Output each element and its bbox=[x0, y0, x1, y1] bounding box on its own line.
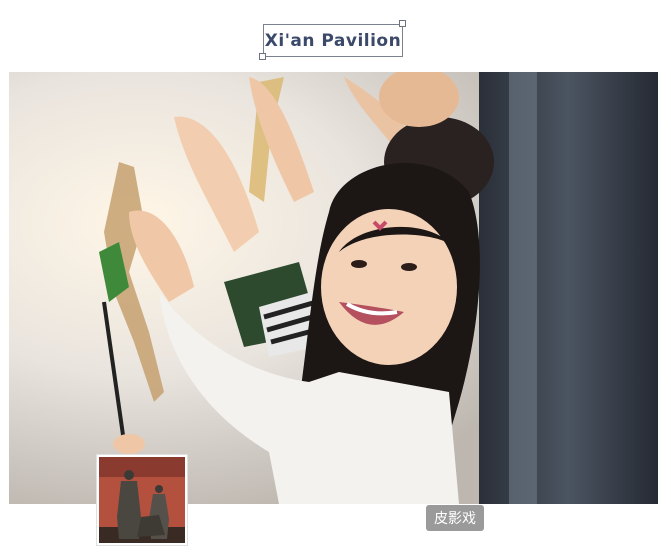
hero-photo-illustration bbox=[9, 72, 658, 504]
page-title: Xi'an Pavilion bbox=[264, 30, 402, 51]
thumbnail-illustration bbox=[99, 457, 185, 543]
caption-label: 皮影戏 bbox=[434, 511, 476, 527]
hero-photo bbox=[9, 72, 658, 504]
resize-handle-bottom-left[interactable] bbox=[259, 53, 266, 60]
resize-handle-top-right[interactable] bbox=[399, 20, 406, 27]
caption-badge: 皮影戏 bbox=[426, 505, 484, 531]
page-title-box[interactable]: Xi'an Pavilion bbox=[263, 24, 403, 57]
thumbnail-image[interactable] bbox=[96, 454, 188, 546]
